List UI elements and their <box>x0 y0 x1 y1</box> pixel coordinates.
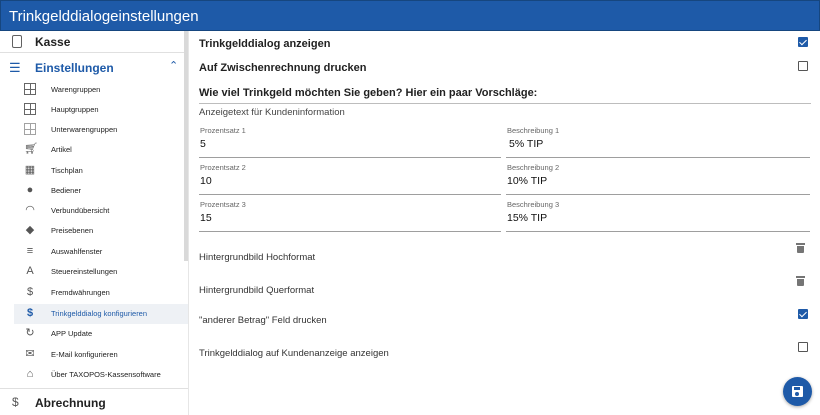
show-dialog-label: Trinkgelddialog anzeigen <box>199 38 331 50</box>
dollar-icon: $ <box>26 307 34 319</box>
layers-icon: ◆ <box>25 224 35 236</box>
sidebar-item-tischplan[interactable]: ▦ Tischplan <box>14 161 188 181</box>
sidebar-item-label: Abrechnung <box>35 396 106 410</box>
sidebar-item-kasse[interactable]: Kasse <box>0 31 188 53</box>
other-amount-checkbox[interactable] <box>798 309 808 319</box>
percentage-2-field[interactable]: Prozentsatz 2 10 <box>199 163 501 195</box>
tax-icon: A <box>26 265 34 277</box>
sidebar-item-email[interactable]: ✉ E-Mail konfigurieren <box>14 345 188 365</box>
sidebar-item-verbunduebersicht[interactable]: ◠ Verbundübersicht <box>14 201 188 221</box>
sidebar-item-preisebenen[interactable]: ◆ Preisebenen <box>14 221 188 241</box>
window-title: Trinkgelddialogeinstellungen <box>9 8 199 25</box>
field-label: Beschreibung 1 <box>507 126 560 135</box>
sidebar-section-einstellungen[interactable]: ☰ Einstellungen ⌃ <box>0 55 188 79</box>
dollar-icon: $ <box>12 395 19 409</box>
sidebar-item-artikel[interactable]: 🛒︎ Artikel <box>14 140 188 160</box>
show-dialog-checkbox[interactable] <box>798 37 808 47</box>
mail-icon: ✉ <box>25 348 35 360</box>
field-value[interactable]: 5 <box>200 138 206 150</box>
sidebar-item-label: Artikel <box>51 145 72 154</box>
sidebar-item-steuereinstellungen[interactable]: A Steuereinstellungen <box>14 262 188 282</box>
field-label: Prozentsatz 1 <box>200 126 246 135</box>
wifi-icon: ◠ <box>25 204 35 216</box>
sidebar-item-unterwarengruppen[interactable]: Unterwarengruppen <box>14 120 188 140</box>
sidebar-item-label: Hauptgruppen <box>51 105 99 114</box>
table-grid-icon: ▦ <box>24 164 36 176</box>
window-title-bar: Trinkgelddialogeinstellungen <box>0 0 820 31</box>
field-label: Prozentsatz 3 <box>200 200 246 209</box>
sidebar-item-abrechnung[interactable]: $ Abrechnung <box>0 388 188 415</box>
print-interim-label: Auf Zwischenrechnung drucken <box>199 62 367 74</box>
tip-question-text: Wie viel Trinkgeld möchten Sie geben? Hi… <box>199 87 538 99</box>
settings-panel: Trinkgelddialog anzeigen Auf Zwischenrec… <box>189 31 820 415</box>
update-icon: ↻ <box>25 327 35 339</box>
field-value[interactable]: 15 <box>200 212 212 224</box>
sidebar-item-warengruppen[interactable]: Warengruppen <box>14 80 188 100</box>
settings-list-icon: ☰ <box>9 60 21 75</box>
percentage-1-field[interactable]: Prozentsatz 1 5 <box>199 126 501 158</box>
field-value[interactable]: 15% TIP <box>507 212 547 224</box>
print-interim-checkbox[interactable] <box>798 61 808 71</box>
sidebar-item-label: Fremdwährungen <box>51 288 110 297</box>
field-label: Beschreibung 3 <box>507 200 560 209</box>
sidebar-item-label: Warengruppen <box>51 85 101 94</box>
delete-icon[interactable] <box>796 276 805 286</box>
sidebar-item-trinkgelddialog[interactable]: $ Trinkgelddialog konfigurieren <box>14 304 188 324</box>
sidebar-item-auswahlfenster[interactable]: ≡ Auswahlfenster <box>14 242 188 262</box>
percentage-3-field[interactable]: Prozentsatz 3 15 <box>199 200 501 232</box>
sidebar-section-label: Einstellungen <box>35 61 114 75</box>
person-icon: ● <box>26 184 34 196</box>
chevron-up-icon: ⌃ <box>169 60 179 72</box>
description-1-field[interactable]: Beschreibung 1 5% TIP <box>506 126 810 158</box>
sidebar-item-app-update[interactable]: ↻ APP Update <box>14 324 188 344</box>
question-underline <box>199 103 811 104</box>
sidebar-item-label: Über TAXOPOS-Kassensoftware <box>51 370 161 379</box>
sidebar-item-ueber[interactable]: ⌂ Über TAXOPOS-Kassensoftware <box>14 365 188 385</box>
menu-icon: ≡ <box>26 245 34 257</box>
field-value[interactable]: 10 <box>200 175 212 187</box>
delete-icon[interactable] <box>796 243 805 253</box>
description-3-field[interactable]: Beschreibung 3 15% TIP <box>506 200 810 232</box>
sidebar-item-label: Auswahlfenster <box>51 247 103 256</box>
sidebar-item-label: Tischplan <box>51 166 83 175</box>
sidebar-item-bediener[interactable]: ● Bediener <box>14 181 188 201</box>
grid-icon <box>24 123 36 135</box>
bg-landscape-label: Hintergrundbild Querformat <box>199 285 315 296</box>
sidebar-item-label: E-Mail konfigurieren <box>51 350 118 359</box>
sidebar-item-hauptgruppen[interactable]: Hauptgruppen <box>14 100 188 120</box>
info-label: Anzeigetext für Kundeninformation <box>199 107 345 118</box>
currency-exchange-icon: $ <box>26 286 34 298</box>
sidebar-item-label: Kasse <box>35 35 71 49</box>
sidebar-item-label: Verbundübersicht <box>51 206 110 215</box>
sidebar-item-label: Steuereinstellungen <box>51 267 118 276</box>
description-2-field[interactable]: Beschreibung 2 10% TIP <box>506 163 810 195</box>
other-amount-label: "anderer Betrag" Feld drucken <box>199 315 327 326</box>
sidebar-item-fremdwaehrungen[interactable]: $ Fremdwährungen <box>14 283 188 303</box>
customer-display-label: Trinkgelddialog auf Kundenanzeige anzeig… <box>199 348 389 359</box>
sidebar-item-label: Preisebenen <box>51 226 94 235</box>
customer-display-checkbox[interactable] <box>798 342 808 352</box>
field-value[interactable]: 10% TIP <box>507 175 547 187</box>
field-value[interactable]: 5% TIP <box>509 138 543 150</box>
cart-icon: 🛒︎ <box>24 143 38 155</box>
sidebar-item-label: APP Update <box>51 329 93 338</box>
save-button[interactable] <box>783 377 812 406</box>
sidebar-item-label: Trinkgelddialog konfigurieren <box>51 309 148 318</box>
sidebar-item-label: Bediener <box>51 186 82 195</box>
sidebar-item-label: Unterwarengruppen <box>51 125 118 134</box>
grid-icon <box>24 83 36 95</box>
phone-icon <box>12 35 22 48</box>
field-label: Beschreibung 2 <box>507 163 560 172</box>
field-label: Prozentsatz 2 <box>200 163 246 172</box>
bg-portrait-label: Hintergrundbild Hochformat <box>199 252 316 263</box>
sidebar: Kasse ☰ Einstellungen ⌃ Warengruppen Hau… <box>0 31 188 415</box>
save-icon <box>792 386 803 397</box>
bank-icon: ⌂ <box>26 368 34 380</box>
grid-icon <box>24 103 36 115</box>
